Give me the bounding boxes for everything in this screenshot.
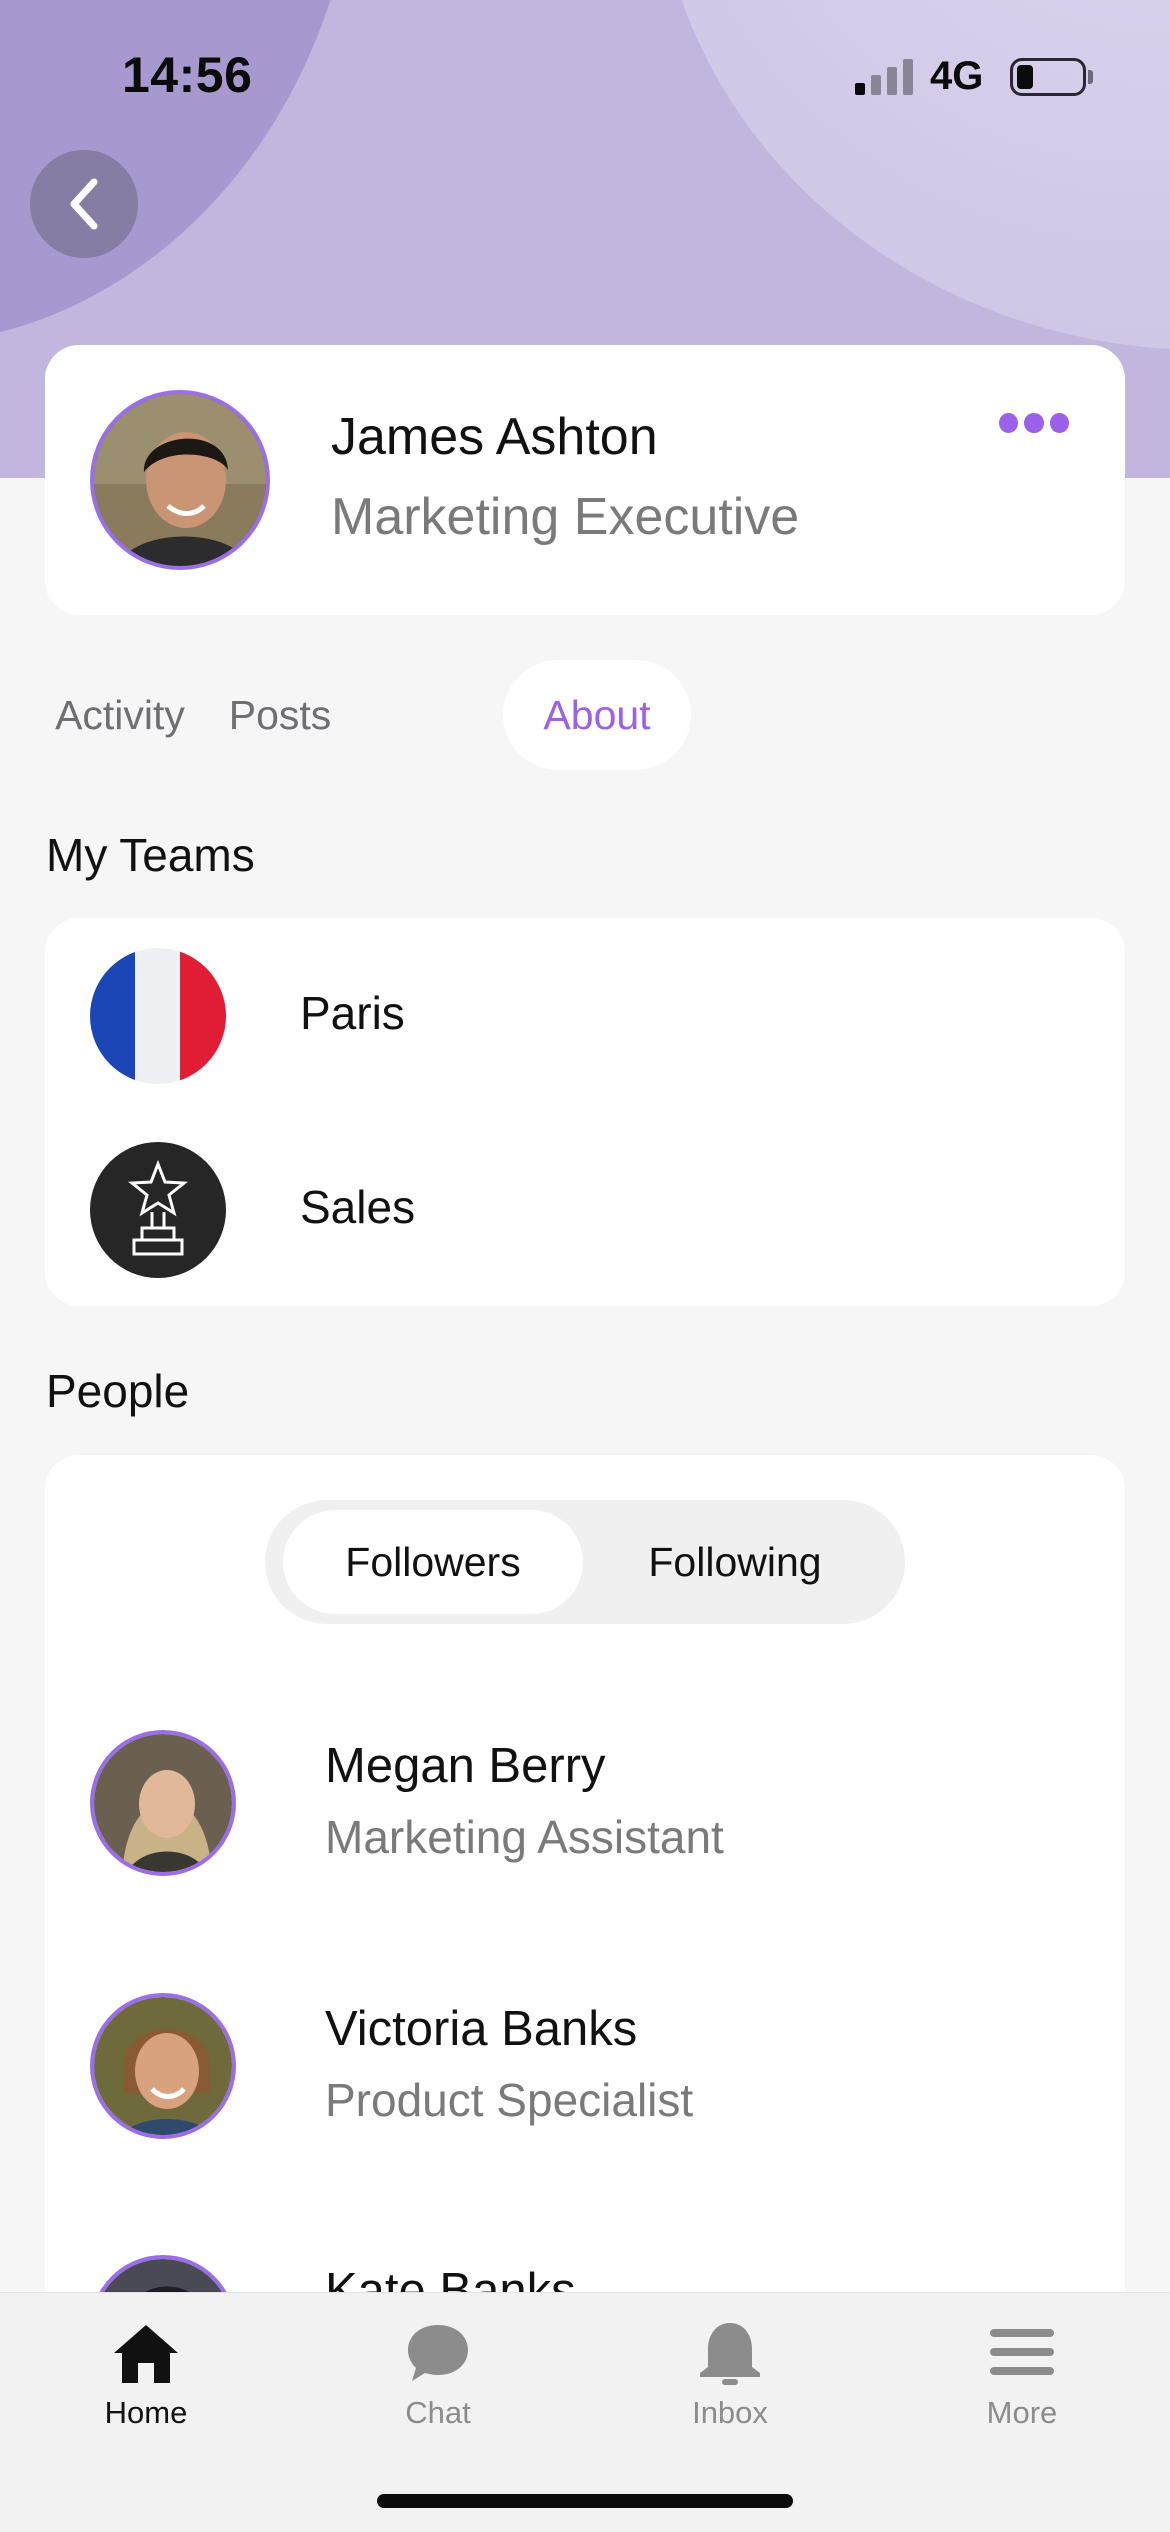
tab-about[interactable]: About (503, 660, 691, 770)
person-role: Product Specialist (325, 2074, 694, 2126)
avatar (90, 1993, 236, 2139)
team-name: Sales (300, 1181, 416, 1233)
battery-tip (1088, 70, 1093, 84)
back-button[interactable] (30, 150, 138, 258)
menu-icon (990, 2329, 1054, 2375)
profile-card: James Ashton Marketing Executive (45, 345, 1125, 615)
teams-card: Paris Sales (45, 918, 1125, 1306)
more-options-icon[interactable] (999, 413, 1069, 439)
tab-inbox[interactable]: Inbox (584, 2293, 876, 2443)
tab-more[interactable]: More (876, 2293, 1168, 2443)
segment-following[interactable]: Following (585, 1510, 885, 1614)
person-photo-icon (94, 394, 266, 566)
section-title-people: People (46, 1365, 190, 1417)
tab-label: Inbox (692, 2395, 768, 2430)
person-name: Victoria Banks (325, 2002, 638, 2056)
tab-label: Chat (405, 2395, 471, 2430)
section-title-my-teams: My Teams (46, 829, 255, 881)
avatar[interactable] (90, 390, 270, 570)
tab-label: More (986, 2395, 1058, 2430)
tab-posts[interactable]: Posts (205, 660, 355, 770)
team-item-paris[interactable]: Paris (90, 948, 990, 1084)
battery-icon (1010, 58, 1086, 96)
chat-icon (408, 2325, 468, 2381)
tab-activity[interactable]: Activity (45, 660, 195, 770)
person-name: Megan Berry (325, 1739, 606, 1793)
tab-label: Home (104, 2395, 188, 2430)
france-flag-icon (90, 948, 226, 1084)
home-icon (114, 2325, 178, 2383)
followers-segmented-control: Followers Following (265, 1500, 905, 1624)
list-item[interactable]: Megan Berry Marketing Assistant (90, 1730, 1050, 1880)
profile-role: Marketing Executive (331, 488, 800, 546)
team-item-sales[interactable]: Sales (90, 1142, 990, 1278)
list-item[interactable]: Victoria Banks Product Specialist (90, 1993, 1050, 2143)
status-time: 14:56 (122, 47, 253, 103)
segment-followers[interactable]: Followers (283, 1510, 583, 1614)
bell-icon (700, 2323, 760, 2385)
avatar (90, 1730, 236, 1876)
home-indicator (377, 2494, 793, 2508)
network-type: 4G (930, 54, 984, 98)
profile-name: James Ashton (331, 408, 658, 466)
trophy-icon (90, 1142, 226, 1278)
team-name: Paris (300, 987, 405, 1039)
tab-chat[interactable]: Chat (292, 2293, 584, 2443)
person-role: Marketing Assistant (325, 1811, 724, 1863)
tab-home[interactable]: Home (0, 2293, 292, 2443)
decorative-circle-right (655, 0, 1170, 350)
chevron-left-icon (70, 178, 98, 230)
cellular-signal-icon (855, 57, 915, 95)
